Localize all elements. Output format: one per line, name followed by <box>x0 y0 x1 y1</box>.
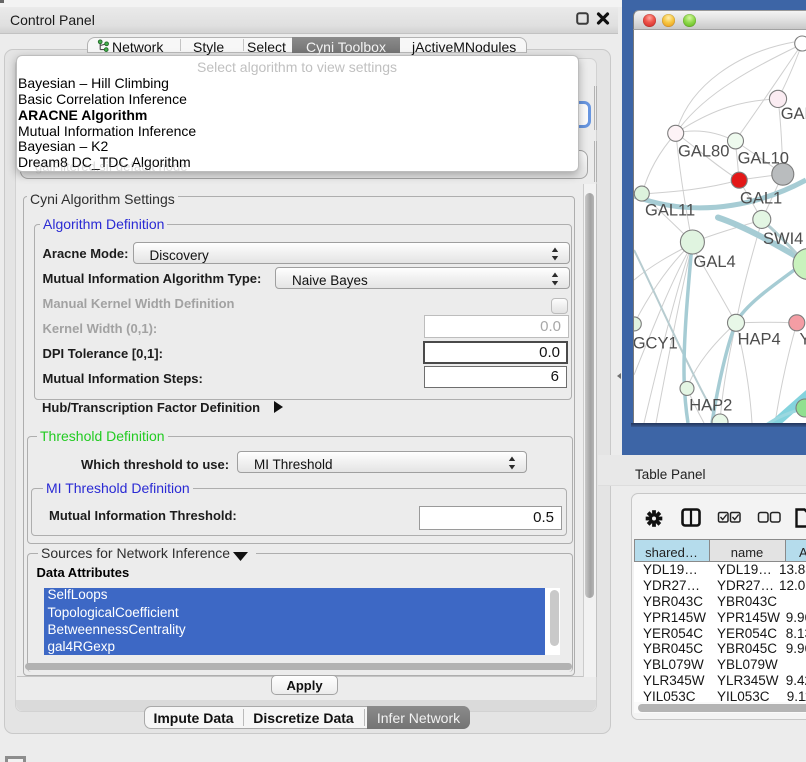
svg-text:GAL11: GAL11 <box>645 202 695 220</box>
svg-text:GAL4: GAL4 <box>694 253 736 271</box>
svg-text:Y: Y <box>800 330 806 348</box>
svg-text:SWI4: SWI4 <box>763 230 803 248</box>
svg-text:GCY1: GCY1 <box>634 335 678 353</box>
svg-text:GAL1: GAL1 <box>740 189 782 207</box>
svg-text:GAL2: GAL2 <box>781 105 806 123</box>
svg-text:HAP2: HAP2 <box>689 397 732 415</box>
svg-text:GAL10: GAL10 <box>738 150 789 168</box>
svg-text:HAP4: HAP4 <box>738 330 781 348</box>
svg-text:GAL80: GAL80 <box>678 143 729 161</box>
